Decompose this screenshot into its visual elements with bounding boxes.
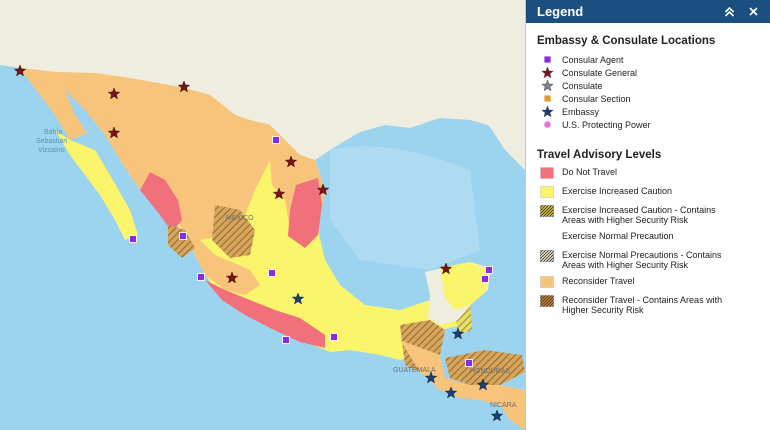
map-label-guatemala: GUATEMALA (393, 367, 436, 374)
swatch-icon (540, 205, 554, 217)
legend-item-consulate-general: Consulate General (540, 66, 770, 79)
close-icon[interactable] (744, 3, 762, 21)
swatch-icon (540, 295, 554, 307)
legend-item-label: U.S. Protecting Power (562, 119, 651, 130)
consular-agent-square-icon[interactable] (282, 336, 290, 344)
square-icon (540, 53, 554, 66)
consular-agent-square-icon[interactable] (465, 359, 473, 367)
legend-item-exercise-normal-precaution: Exercise Normal Precaution (540, 231, 770, 244)
legend-item-label: Embassy (562, 106, 600, 117)
square-icon (540, 92, 554, 105)
legend-item-do-not-travel: Do Not Travel (540, 167, 770, 180)
map-label-bahia-1: Bahía (44, 129, 62, 136)
legend-item-label: Exercise Increased Caution (562, 186, 673, 196)
legend-item-reconsider-travel: Reconsider Travel (540, 276, 770, 289)
legend-item-label: Consular Section (562, 93, 631, 104)
double-chevron-up-icon[interactable] (720, 3, 738, 21)
legend-item-consulate: Consulate (540, 79, 770, 92)
swatch-icon (540, 186, 554, 198)
legend-panel: Legend Embassy & Consulate Locations Con… (525, 0, 770, 430)
legend-item-label: Reconsider Travel (562, 276, 635, 286)
star-icon (540, 105, 554, 118)
map-label-honduras: HONDURAS (470, 368, 510, 375)
consular-agent-square-icon[interactable] (330, 333, 338, 341)
legend-item-label: Consulate General (562, 67, 638, 78)
map-label-mexico: MEXICO (226, 215, 254, 222)
legend-item-label: Consulate (562, 80, 603, 91)
legend-header: Legend (526, 0, 770, 23)
legend-item-exercise-increased-caution-contains-area: Exercise Increased Caution - Contains Ar… (540, 205, 770, 225)
map-label-bahia-2: Sebastián (36, 138, 67, 145)
legend-item-label: Exercise Normal Precaution (562, 231, 674, 241)
swatch-icon (540, 276, 554, 288)
consular-agent-square-icon[interactable] (485, 266, 493, 274)
embassy-section-title: Embassy & Consulate Locations (537, 35, 716, 47)
star-icon (540, 79, 554, 92)
map-label-nicaragua: NICARA (490, 402, 517, 409)
legend-item-embassy: Embassy (540, 105, 770, 118)
star-icon (540, 66, 554, 79)
map-view[interactable]: MEXICO GUATEMALA HONDURAS NICARA Bahía S… (0, 0, 525, 430)
consular-agent-square-icon[interactable] (268, 269, 276, 277)
map-label-bahia-3: Vizcaíno (38, 147, 65, 154)
legend-item-consular-section: Consular Section (540, 92, 770, 105)
legend-item-label: Exercise Increased Caution - Contains Ar… (562, 205, 716, 225)
legend-item-label: Reconsider Travel - Contains Areas with … (562, 295, 723, 315)
circle-icon (540, 118, 554, 131)
consular-agent-square-icon[interactable] (129, 235, 137, 243)
legend-item-reconsider-travel-contains-areas-with-hi: Reconsider Travel - Contains Areas with … (540, 295, 770, 315)
advisory-legend-list: Do Not Travel Exercise Increased Caution E… (526, 167, 770, 315)
swatch-icon (540, 167, 554, 179)
embassy-legend-list: Consular Agent Consulate General Consulate… (526, 53, 770, 131)
legend-item-exercise-normal-precautions-contains-are: Exercise Normal Precautions - Contains A… (540, 250, 770, 270)
consular-agent-square-icon[interactable] (197, 273, 205, 281)
legend-item-label: Do Not Travel (562, 167, 618, 177)
swatch-icon (540, 250, 554, 262)
consular-agent-square-icon[interactable] (272, 136, 280, 144)
advisory-section-title: Travel Advisory Levels (537, 149, 662, 161)
legend-item-exercise-increased-caution: Exercise Increased Caution (540, 186, 770, 199)
legend-item-consular-agent: Consular Agent (540, 53, 770, 66)
legend-item-label: Exercise Normal Precautions - Contains A… (562, 250, 722, 270)
consular-agent-square-icon[interactable] (481, 275, 489, 283)
legend-item-u-s-protecting-power: U.S. Protecting Power (540, 118, 770, 131)
legend-title: Legend (537, 4, 584, 19)
swatch-icon (540, 231, 554, 243)
legend-item-label: Consular Agent (562, 54, 624, 65)
consular-agent-square-icon[interactable] (179, 232, 187, 240)
